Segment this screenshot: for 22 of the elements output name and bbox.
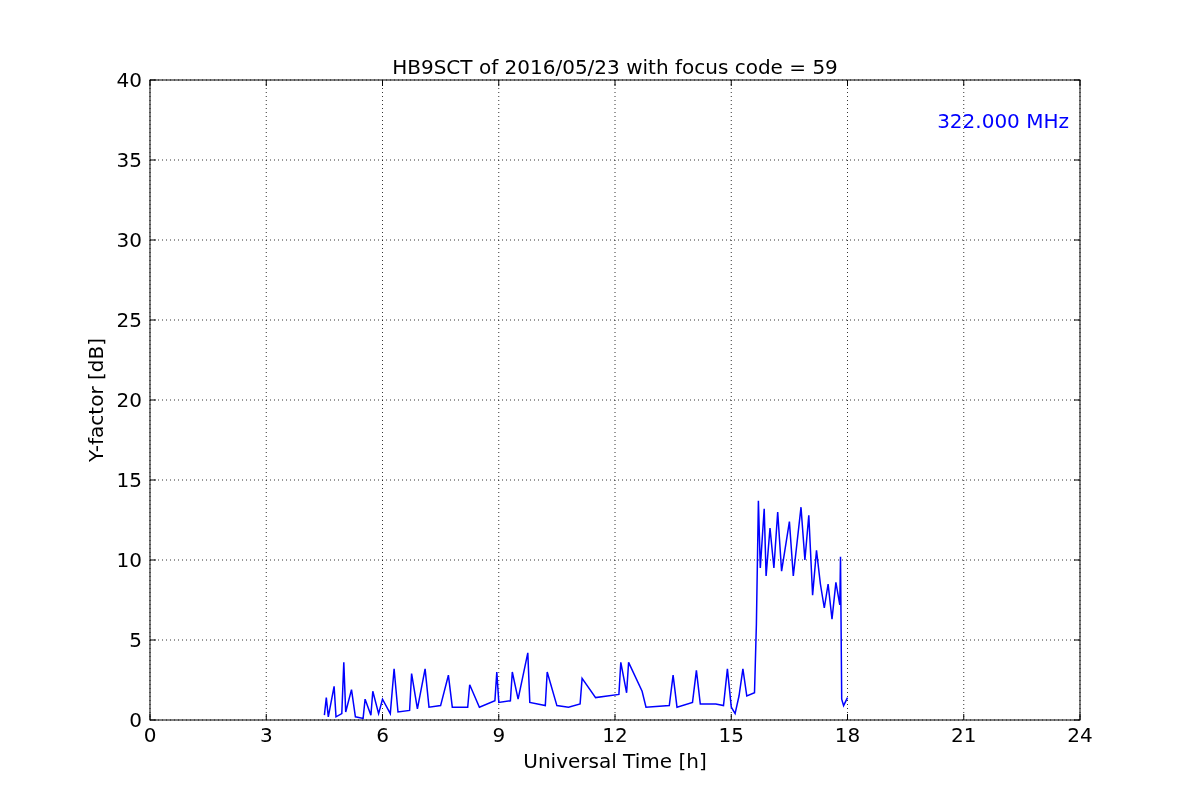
y-tick-label: 20 [116, 388, 142, 412]
x-tick-label: 18 [834, 723, 861, 747]
x-tick-label: 9 [492, 723, 506, 747]
y-tick-label: 25 [116, 308, 142, 332]
x-tick-label: 21 [951, 723, 977, 747]
x-axis-label: Universal Time [h] [523, 749, 707, 773]
y-tick-label: 35 [116, 148, 142, 172]
x-tick-label: 3 [259, 723, 273, 747]
y-tick-label: 40 [116, 68, 142, 92]
x-tick-label: 24 [1067, 723, 1093, 747]
series-label: 322.000 MHz [937, 109, 1069, 133]
y-tick-label: 0 [129, 708, 142, 732]
y-tick-label: 15 [116, 468, 142, 492]
y-tick-label: 30 [116, 228, 142, 252]
y-tick-label: 10 [116, 548, 142, 572]
x-tick-label: 0 [143, 723, 157, 747]
y-axis-label: Y-factor [dB] [84, 338, 108, 462]
x-tick-label: 6 [376, 723, 389, 747]
x-tick-label: 15 [718, 723, 744, 747]
chart-title: HB9SCT of 2016/05/23 with focus code = 59 [392, 55, 838, 79]
x-tick-label: 12 [602, 723, 628, 747]
y-tick-label: 5 [129, 628, 142, 652]
